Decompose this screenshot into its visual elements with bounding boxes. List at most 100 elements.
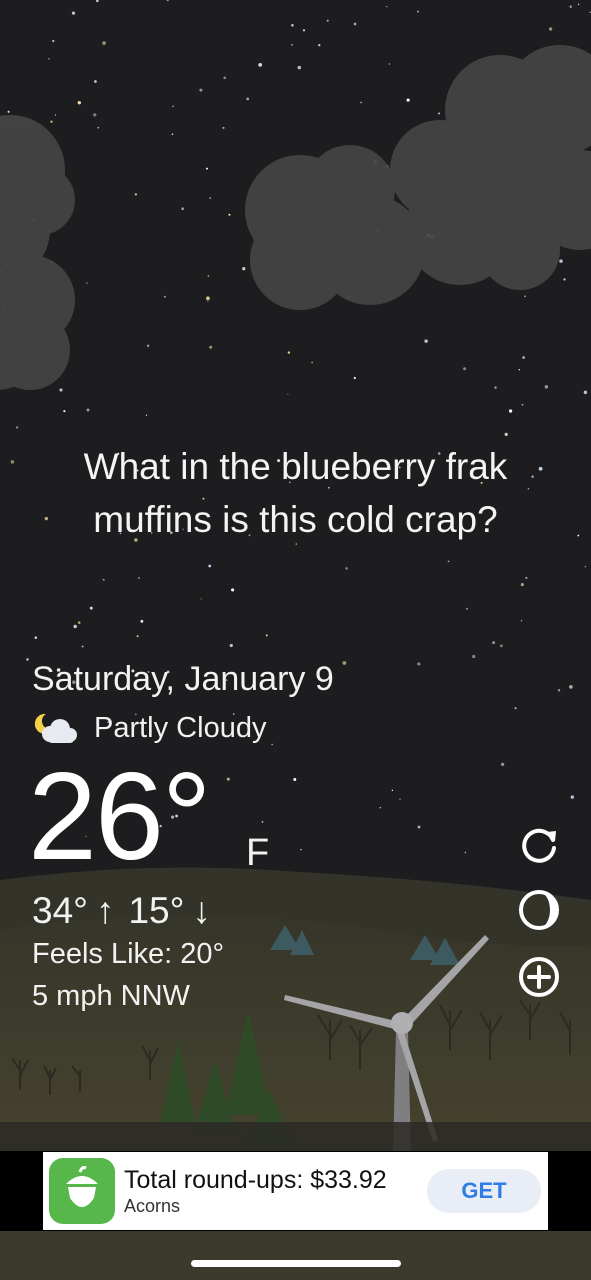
get-button[interactable]: GET [427, 1169, 541, 1213]
star [524, 295, 526, 298]
star [494, 386, 497, 389]
star [472, 654, 476, 659]
wind-info: 5 mph NNW [32, 980, 190, 1012]
bottom-ground [0, 1231, 591, 1280]
high-low-row: 34° ↑ 15° ↓ [32, 890, 225, 932]
ground-shadow [0, 1122, 591, 1152]
star [93, 113, 97, 117]
star [342, 661, 347, 665]
star [353, 22, 357, 26]
star [379, 806, 382, 809]
add-location-button[interactable] [517, 955, 561, 999]
star [54, 114, 57, 116]
star [406, 98, 410, 102]
star [548, 27, 553, 31]
refresh-button[interactable] [517, 822, 561, 866]
star [583, 390, 588, 395]
quote-line-1: What in the blueberry frak [83, 446, 508, 487]
star [570, 795, 575, 799]
star [94, 80, 97, 83]
star [520, 583, 524, 587]
star [302, 29, 306, 32]
star [86, 408, 90, 412]
star [492, 641, 496, 645]
star [246, 97, 250, 101]
star [89, 606, 93, 610]
date-label: Saturday, January 9 [32, 660, 334, 698]
star [73, 624, 77, 629]
star [15, 426, 19, 429]
star [52, 39, 55, 43]
star [77, 101, 82, 105]
low-temperature: 15° [128, 890, 185, 931]
star [391, 789, 394, 792]
condition-row: Partly Cloudy [32, 708, 266, 748]
star [388, 63, 391, 65]
high-temperature: 34° [32, 890, 88, 931]
star [172, 105, 174, 108]
star [584, 565, 587, 568]
arrow-up-icon: ↑ [95, 890, 115, 931]
star [557, 689, 561, 692]
star [293, 778, 297, 781]
star [205, 167, 209, 170]
current-temperature: 26° [28, 748, 212, 886]
star [229, 643, 233, 648]
star [146, 344, 150, 347]
temperature-unit[interactable]: F [246, 832, 269, 875]
star [171, 133, 174, 135]
star [208, 564, 212, 568]
star [77, 621, 81, 624]
moon-phase-icon [519, 890, 559, 930]
star [287, 393, 289, 395]
star [261, 821, 264, 823]
star [504, 432, 508, 437]
star [199, 88, 203, 92]
star [63, 409, 66, 413]
star [386, 5, 388, 8]
star [417, 10, 419, 13]
star [525, 576, 528, 579]
ad-banner[interactable]: Total round-ups: $33.92 Acorns GET [43, 1152, 548, 1230]
star [353, 376, 356, 380]
refresh-icon [522, 828, 556, 863]
star [311, 361, 313, 364]
star [463, 367, 467, 371]
star [297, 65, 302, 70]
star [424, 339, 428, 343]
night-sky-background [0, 0, 591, 1280]
star [291, 43, 293, 46]
star [518, 369, 521, 371]
star [466, 607, 468, 610]
star [181, 207, 184, 210]
feels-like: Feels Like: 20° [32, 938, 225, 970]
star [500, 644, 503, 648]
star [438, 112, 441, 115]
star [209, 345, 213, 349]
star [500, 762, 505, 767]
star [136, 635, 139, 638]
ad-title: Total round-ups: $33.92 [124, 1166, 387, 1194]
ad-text: Total round-ups: $33.92 Acorns [124, 1165, 387, 1217]
star [447, 560, 450, 563]
star [360, 101, 363, 104]
star [318, 44, 321, 47]
moon-phase-button[interactable] [517, 888, 561, 932]
star [271, 743, 273, 746]
star [200, 598, 202, 600]
star [326, 19, 329, 22]
star [223, 76, 226, 80]
star [569, 685, 573, 689]
star [287, 351, 291, 354]
ad-subtitle: Acorns [124, 1196, 181, 1216]
weather-quote: What in the blueberry frak muffins is th… [0, 440, 591, 546]
star [508, 409, 513, 413]
star [86, 282, 88, 284]
star [464, 851, 467, 854]
star [345, 567, 348, 570]
star [140, 619, 144, 623]
star [228, 213, 231, 216]
star [209, 197, 212, 200]
star [521, 403, 524, 406]
home-indicator[interactable] [191, 1260, 401, 1267]
